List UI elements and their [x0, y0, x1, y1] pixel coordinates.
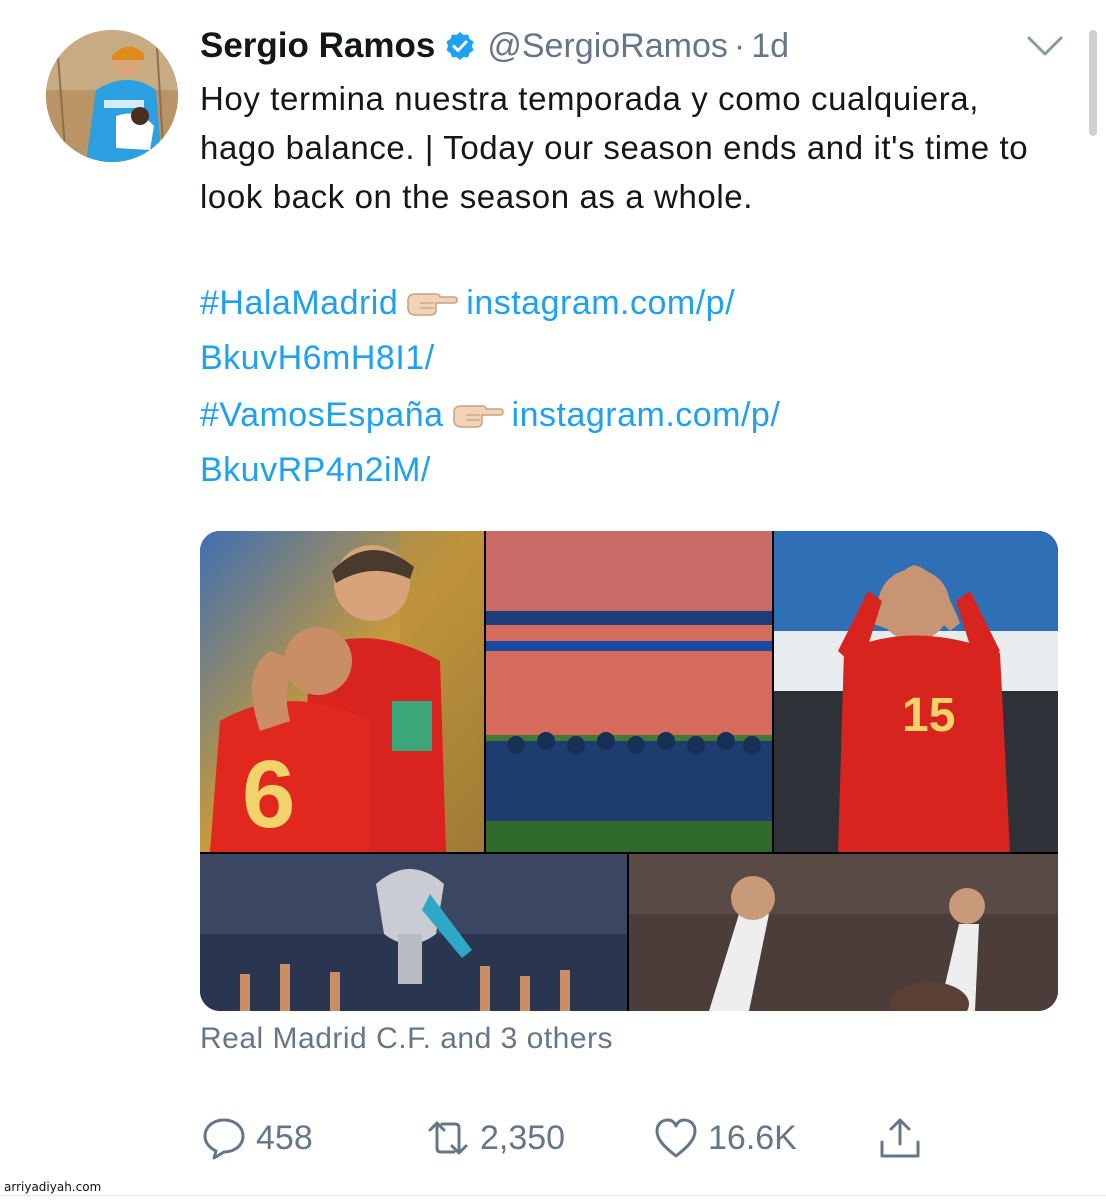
reply-count: 458: [256, 1118, 313, 1157]
retweet-count: 2,350: [480, 1118, 566, 1157]
user-handle[interactable]: @SergioRamos: [487, 27, 728, 66]
retweet-icon: [428, 1121, 468, 1155]
photo-fists-raised[interactable]: [629, 854, 1058, 1011]
pointing-hand-icon: [452, 392, 504, 428]
separator-dot: ·: [733, 26, 746, 65]
reply-button[interactable]: 458: [200, 1108, 313, 1168]
scrollbar[interactable]: [1089, 30, 1097, 136]
retweet-button[interactable]: 2,350: [424, 1108, 565, 1168]
timestamp[interactable]: 1d: [751, 27, 789, 66]
verified-badge-icon: [445, 31, 475, 61]
like-button[interactable]: 16.6K: [652, 1108, 797, 1168]
display-name[interactable]: Sergio Ramos: [200, 26, 435, 66]
divider: [0, 1195, 1106, 1196]
svg-text:15: 15: [902, 689, 955, 742]
photo-trophy-celebration[interactable]: [200, 854, 627, 1011]
media-grid[interactable]: 6 15: [200, 531, 1058, 1011]
avatar-image: [46, 30, 178, 162]
instagram-link[interactable]: instagram.com/p/: [466, 284, 735, 322]
photo-players-embrace[interactable]: 6: [200, 531, 484, 852]
photo-stadium-huddle[interactable]: [486, 531, 772, 852]
action-bar: 458 2,350 16.6K: [200, 1108, 960, 1168]
like-count: 16.6K: [708, 1118, 797, 1157]
like-icon: [655, 1118, 697, 1158]
tagged-users[interactable]: Real Madrid C.F. and 3 others: [200, 1022, 613, 1056]
tweet: Sergio Ramos @SergioRamos · 1d Hoy termi…: [0, 0, 1106, 1200]
instagram-link-continued[interactable]: BkuvH6mH8I1/: [200, 339, 435, 377]
watermark: arriyadiyah.com: [4, 1180, 102, 1194]
chevron-down-icon[interactable]: [1026, 34, 1064, 60]
reply-icon: [203, 1118, 245, 1160]
pointing-hand-icon: [406, 280, 459, 316]
instagram-link[interactable]: instagram.com/p/: [512, 396, 781, 434]
photo-player-hands-on-head[interactable]: 15: [774, 531, 1058, 852]
tweet-text: Hoy termina nuestra temporada y como cua…: [200, 80, 1029, 215]
svg-text:6: 6: [242, 741, 295, 848]
tweet-header: Sergio Ramos @SergioRamos · 1d: [200, 24, 789, 68]
instagram-link-continued[interactable]: BkuvRP4n2iM/: [200, 451, 431, 489]
avatar[interactable]: [46, 30, 178, 162]
share-button[interactable]: [876, 1108, 932, 1168]
share-icon: [880, 1118, 920, 1158]
hashtag-link[interactable]: #HalaMadrid: [200, 284, 398, 322]
hashtag-link[interactable]: #VamosEspaña: [200, 396, 444, 434]
